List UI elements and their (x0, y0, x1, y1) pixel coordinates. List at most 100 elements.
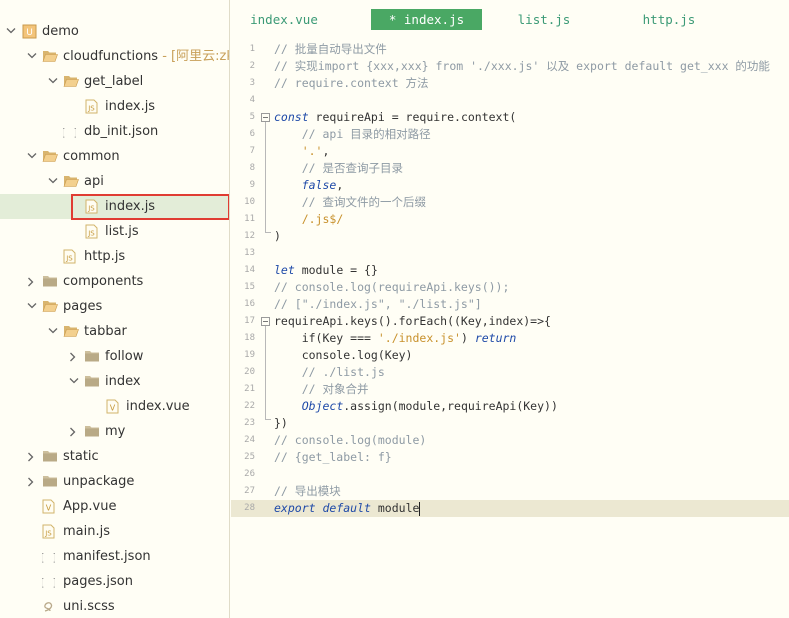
code-line[interactable]: 23}) (231, 415, 789, 432)
tree-item-unpackage[interactable]: unpackage (0, 469, 229, 494)
svg-text:[ ]: [ ] (42, 576, 55, 589)
tree-item-uni-scss[interactable]: uni.scss (0, 594, 229, 618)
code-line[interactable]: 25 // {get_label: f} (231, 449, 789, 466)
json-file-icon: [ ] (42, 549, 57, 564)
code-line[interactable]: 9 false, (231, 177, 789, 194)
svg-text:U: U (26, 28, 33, 38)
chevron-down-icon[interactable] (48, 319, 60, 344)
chevron-right-icon[interactable] (27, 469, 39, 494)
code-line[interactable]: 18 if(Key === './index.js') return (231, 330, 789, 347)
line-number: 23 (244, 418, 255, 428)
tab-list-js[interactable]: list.js (511, 9, 577, 30)
tree-item-http-js[interactable]: JS http.js (0, 244, 229, 269)
code-line[interactable]: 20 // ./list.js (231, 364, 789, 381)
code-line[interactable]: 24 // console.log(module) (231, 432, 789, 449)
code-line[interactable]: 15 // console.log(requireApi.keys()); (231, 279, 789, 296)
chevron-down-icon[interactable] (27, 294, 39, 319)
tree-item-manifest-json[interactable]: [ ] manifest.json (0, 544, 229, 569)
line-number: 17 (244, 316, 255, 326)
chevron-down-icon[interactable] (6, 19, 18, 44)
tree-item-index-vue[interactable]: Vindex.vue (0, 394, 229, 419)
tree-item-label: main.js (63, 524, 110, 539)
chevron-right-icon[interactable] (69, 419, 81, 444)
tab-index-js[interactable]: * index.js (371, 9, 482, 30)
line-number: 14 (244, 265, 255, 275)
tree-item-get-label[interactable]: get_label (0, 69, 229, 94)
chevron-right-icon[interactable] (27, 269, 39, 294)
tree-item-my[interactable]: my (0, 419, 229, 444)
fold-toggle-icon[interactable] (261, 113, 270, 122)
tree-item-label: uni.scss (63, 599, 115, 614)
line-number: 24 (244, 435, 255, 445)
fold-toggle-icon[interactable] (261, 317, 270, 326)
tab-http-js[interactable]: http.js (636, 9, 702, 30)
chevron-down-icon[interactable] (48, 69, 60, 94)
code-text: // console.log(module) (274, 433, 427, 447)
tree-item-components[interactable]: components (0, 269, 229, 294)
tree-item-cloudfunctions[interactable]: cloudfunctions - [阿里云:zk-d (0, 44, 229, 69)
chevron-down-icon[interactable] (27, 144, 39, 169)
tree-item-common[interactable]: common (0, 144, 229, 169)
code-line[interactable]: 1 // 批量自动导出文件 (231, 41, 789, 58)
tree-item-index[interactable]: index (0, 369, 229, 394)
tree-item-app-vue[interactable]: V App.vue (0, 494, 229, 519)
tree-item-index-js[interactable]: JS index.js (0, 94, 229, 119)
code-line[interactable]: 28 export default module (231, 500, 789, 517)
code-text: // api 目录的相对路径 (301, 127, 431, 141)
line-number: 26 (244, 469, 255, 479)
folder-icon (42, 449, 57, 464)
line-number: 18 (244, 333, 255, 343)
code-line[interactable]: 4 (231, 92, 789, 109)
code-line[interactable]: 22 Object.assign(module,requireApi(Key)) (231, 398, 789, 415)
code-line[interactable]: 5 const requireApi = require.context( (231, 109, 789, 126)
chevron-right-icon[interactable] (27, 444, 39, 469)
code-line[interactable]: 12) (231, 228, 789, 245)
line-number: 10 (244, 197, 255, 207)
code-text: const requireApi = require.context( (274, 110, 517, 124)
code-line[interactable]: 7 '.', (231, 143, 789, 160)
tree-item-main-js[interactable]: JS main.js (0, 519, 229, 544)
code-line[interactable]: 17 requireApi.keys().forEach((Key,index)=… (231, 313, 789, 330)
code-text: export default module (274, 501, 421, 516)
tree-item-follow[interactable]: follow (0, 344, 229, 369)
line-number: 28 (244, 503, 255, 513)
code-line[interactable]: 2 // 实现import {xxx,xxx} from './xxx.js' 以… (231, 58, 789, 75)
tree-item-api[interactable]: api (0, 169, 229, 194)
code-line[interactable]: 21 // 对象合并 (231, 381, 789, 398)
code-text: let module = {} (274, 263, 378, 277)
code-line[interactable]: 8 // 是否查询子目录 (231, 160, 789, 177)
code-line[interactable]: 26 (231, 466, 789, 483)
code-line[interactable]: 13 (231, 245, 789, 262)
tree-item-tabbar[interactable]: tabbar (0, 319, 229, 344)
tab-index-vue[interactable]: index.vue (243, 9, 325, 30)
tree-item-db-init-json[interactable]: [ ] db_init.json (0, 119, 229, 144)
line-number: 22 (244, 401, 255, 411)
chevron-right-icon[interactable] (69, 344, 81, 369)
tree-item-list-js[interactable]: JS list.js (0, 219, 229, 244)
svg-text:JS: JS (44, 530, 52, 538)
code-line[interactable]: 14 let module = {} (231, 262, 789, 279)
svg-text:JS: JS (65, 255, 73, 263)
folder-icon (84, 424, 99, 439)
code-line[interactable]: 6 // api 目录的相对路径 (231, 126, 789, 143)
code-line[interactable]: 11 /.js$/ (231, 211, 789, 228)
code-line[interactable]: 19 console.log(Key) (231, 347, 789, 364)
code-text: /.js$/ (301, 212, 344, 226)
chevron-down-icon[interactable] (27, 44, 39, 69)
code-line[interactable]: 16 // ["./index.js", "./list.js"] (231, 296, 789, 313)
code-editor[interactable]: 1 // 批量自动导出文件 2 // 实现import {xxx,xxx} from … (231, 36, 789, 618)
code-line[interactable]: 10 // 查询文件的一个后缀 (231, 194, 789, 211)
code-line[interactable]: 3 // require.context 方法 (231, 75, 789, 92)
code-text: }) (274, 416, 288, 430)
chevron-down-icon[interactable] (69, 369, 81, 394)
tree-item-pages-json[interactable]: [ ] pages.json (0, 569, 229, 594)
code-text: // {get_label: f} (274, 450, 392, 464)
tree-item-pages[interactable]: pages (0, 294, 229, 319)
line-number: 21 (244, 384, 255, 394)
chevron-down-icon[interactable] (48, 169, 60, 194)
js-file-icon: JS (42, 524, 57, 539)
tree-item-demo[interactable]: Udemo (0, 19, 229, 44)
code-line[interactable]: 27 // 导出模块 (231, 483, 789, 500)
tree-item-static[interactable]: static (0, 444, 229, 469)
line-number: 4 (249, 95, 255, 105)
